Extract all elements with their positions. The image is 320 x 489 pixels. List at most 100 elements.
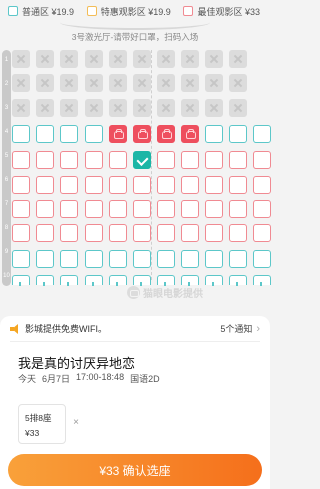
- available-seat[interactable]: [36, 250, 54, 268]
- available-seat[interactable]: [181, 275, 199, 286]
- available-seat[interactable]: [85, 224, 103, 242]
- available-seat[interactable]: [12, 275, 30, 286]
- confirm-seat-button[interactable]: ¥33 确认选座: [8, 454, 262, 486]
- available-seat[interactable]: [85, 151, 103, 169]
- available-seat[interactable]: [36, 224, 54, 242]
- close-icon[interactable]: ×: [73, 417, 79, 428]
- selected-seat[interactable]: [133, 151, 151, 169]
- available-seat[interactable]: [205, 200, 223, 218]
- sold-seat: [181, 50, 199, 68]
- movie-title: 我是真的讨厌异地恋: [18, 356, 136, 371]
- legend-best: 最佳观影区 ¥33: [183, 5, 260, 18]
- available-seat[interactable]: [36, 200, 54, 218]
- sold-seat: [205, 50, 223, 68]
- available-seat[interactable]: [133, 250, 151, 268]
- sold-seat: [60, 50, 78, 68]
- available-seat[interactable]: [36, 151, 54, 169]
- available-seat[interactable]: [12, 250, 30, 268]
- cat-eye-logo-icon: [127, 286, 140, 299]
- available-seat[interactable]: [85, 200, 103, 218]
- available-seat[interactable]: [60, 224, 78, 242]
- available-seat[interactable]: [229, 250, 247, 268]
- notice-bar[interactable]: 影城提供免费WIFI。 5个通知 ›: [10, 316, 260, 342]
- sold-seat: [36, 99, 54, 117]
- available-seat[interactable]: [133, 200, 151, 218]
- available-seat[interactable]: [205, 275, 223, 286]
- available-seat[interactable]: [205, 151, 223, 169]
- row-number: 10: [3, 273, 10, 279]
- available-seat[interactable]: [157, 224, 175, 242]
- available-seat[interactable]: [253, 224, 271, 242]
- locked-seat: [109, 125, 127, 143]
- screen-label: 3号激光厅-请带好口罩，扫码入场: [71, 32, 199, 42]
- legend-regular: 普通区 ¥19.9: [8, 5, 74, 18]
- available-seat[interactable]: [109, 250, 127, 268]
- available-seat[interactable]: [85, 275, 103, 286]
- available-seat[interactable]: [36, 176, 54, 194]
- available-seat[interactable]: [133, 275, 151, 286]
- watermark-text: 猫眼电影提供: [143, 289, 203, 300]
- available-seat[interactable]: [181, 200, 199, 218]
- available-seat[interactable]: [109, 176, 127, 194]
- available-seat[interactable]: [36, 125, 54, 143]
- available-seat[interactable]: [60, 275, 78, 286]
- available-seat[interactable]: [181, 224, 199, 242]
- available-seat[interactable]: [12, 125, 30, 143]
- sold-seat: [60, 99, 78, 117]
- available-seat[interactable]: [181, 151, 199, 169]
- selected-seat-position: 5排8座: [25, 413, 52, 423]
- available-seat[interactable]: [205, 250, 223, 268]
- available-seat[interactable]: [253, 200, 271, 218]
- available-seat[interactable]: [205, 224, 223, 242]
- available-seat[interactable]: [253, 125, 271, 143]
- screen-indicator: [60, 22, 210, 30]
- available-seat[interactable]: [205, 125, 223, 143]
- available-seat[interactable]: [157, 151, 175, 169]
- available-seat[interactable]: [109, 224, 127, 242]
- available-seat[interactable]: [36, 275, 54, 286]
- available-seat[interactable]: [229, 200, 247, 218]
- speaker-icon: [10, 323, 20, 334]
- showtime: 今天 6月7日 17:00-18:48 国语2D: [18, 372, 160, 385]
- available-seat[interactable]: [60, 176, 78, 194]
- available-seat[interactable]: [229, 224, 247, 242]
- available-seat[interactable]: [157, 250, 175, 268]
- available-seat[interactable]: [229, 176, 247, 194]
- available-seat[interactable]: [60, 151, 78, 169]
- available-seat[interactable]: [133, 176, 151, 194]
- available-seat[interactable]: [229, 125, 247, 143]
- seat-legend: 普通区 ¥19.9 特惠观影区 ¥19.9 最佳观影区 ¥33: [0, 0, 270, 22]
- available-seat[interactable]: [157, 176, 175, 194]
- available-seat[interactable]: [12, 200, 30, 218]
- available-seat[interactable]: [85, 250, 103, 268]
- available-seat[interactable]: [85, 125, 103, 143]
- available-seat[interactable]: [181, 176, 199, 194]
- available-seat[interactable]: [253, 250, 271, 268]
- sold-seat: [109, 74, 127, 92]
- sold-seat: [85, 50, 103, 68]
- available-seat[interactable]: [60, 200, 78, 218]
- available-seat[interactable]: [109, 275, 127, 286]
- available-seat[interactable]: [253, 275, 271, 286]
- available-seat[interactable]: [157, 200, 175, 218]
- available-seat[interactable]: [12, 176, 30, 194]
- available-seat[interactable]: [12, 151, 30, 169]
- available-seat[interactable]: [205, 176, 223, 194]
- sold-seat: [157, 50, 175, 68]
- available-seat[interactable]: [12, 224, 30, 242]
- available-seat[interactable]: [229, 275, 247, 286]
- available-seat[interactable]: [109, 151, 127, 169]
- available-seat[interactable]: [133, 224, 151, 242]
- sold-seat: [133, 74, 151, 92]
- available-seat[interactable]: [85, 176, 103, 194]
- available-seat[interactable]: [253, 151, 271, 169]
- available-seat[interactable]: [157, 275, 175, 286]
- available-seat[interactable]: [181, 250, 199, 268]
- available-seat[interactable]: [109, 200, 127, 218]
- selected-seat-chip[interactable]: 5排8座 ¥33 ×: [18, 404, 79, 444]
- available-seat[interactable]: [253, 176, 271, 194]
- available-seat[interactable]: [60, 250, 78, 268]
- available-seat[interactable]: [60, 125, 78, 143]
- available-seat[interactable]: [229, 151, 247, 169]
- legend-best-label: 最佳观影区 ¥33: [197, 6, 260, 17]
